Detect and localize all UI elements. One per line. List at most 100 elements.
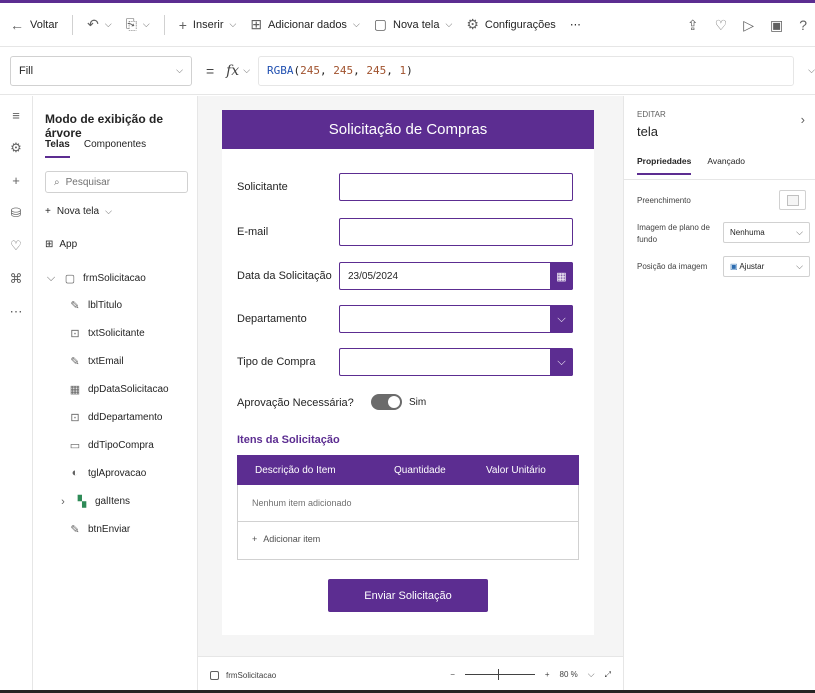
left-rail: ≡ ⚙ + ⛁ ♡ ⌘ ⋯ — [0, 96, 33, 693]
label-icon: ✎ — [70, 356, 80, 368]
chevron-down-icon[interactable]: ⌵ — [550, 348, 573, 376]
calendar-icon[interactable]: ▦ — [550, 262, 573, 290]
items-grid-header: Descrição do Item Quantidade Valor Unitá… — [237, 455, 579, 485]
column-header: Quantidade — [394, 465, 446, 476]
screen-checkbox[interactable] — [210, 670, 219, 680]
new-screen-button[interactable]: + Nova tela ⌵ — [45, 206, 112, 217]
search-input[interactable]: ⌕ Pesquisar — [45, 171, 188, 193]
chevron-down-icon: ⌵ — [445, 19, 453, 29]
image-icon: ▣ — [730, 262, 738, 271]
chevron-down-icon: ⌵ — [142, 19, 150, 29]
tree-item[interactable]: ▦ dpDataSolicitacao — [69, 383, 169, 396]
plus-icon: + — [178, 16, 187, 33]
date-value: 23/05/2024 — [348, 271, 399, 282]
app-icon: ⊞ — [45, 239, 54, 250]
divider — [163, 14, 165, 35]
calendar-icon: ▦ — [69, 384, 81, 396]
layers-icon[interactable]: ⚙ — [10, 140, 22, 156]
tree-item[interactable]: ⊡ txtSolicitante — [69, 327, 144, 340]
email-label: E-mail — [237, 226, 269, 238]
fill-color-swatch[interactable] — [779, 190, 806, 210]
approval-label: Aprovação Necessária? — [237, 397, 354, 409]
fit-screen-icon[interactable]: ⤢ — [605, 670, 611, 680]
tree-item-app[interactable]: ⊞ App — [45, 239, 77, 250]
purchase-type-dropdown[interactable]: ⌵ — [339, 348, 573, 376]
column-header: Descrição do Item — [255, 465, 336, 476]
empty-message: Nenhum item adicionado — [238, 485, 578, 522]
chevron-down-icon: ⌵ — [104, 19, 112, 29]
formula-function: RGBA — [267, 64, 294, 77]
settings-button[interactable]: ⚙ Configurações — [466, 16, 556, 33]
tab-components[interactable]: Componentes — [84, 139, 146, 158]
expand-formula-icon[interactable]: ⌵ — [808, 65, 815, 76]
new-screen-button[interactable]: ▢ Nova tela ⌵ — [374, 16, 453, 33]
gallery-icon: ▚ — [77, 496, 87, 508]
add-data-button[interactable]: ⊞ Adicionar dados ⌵ — [250, 16, 359, 33]
chevron-down-icon[interactable]: ⌵ — [243, 65, 250, 76]
undo-button[interactable]: ↶ ⌵ — [87, 16, 112, 33]
chevron-down-icon: ⌵ — [46, 272, 56, 284]
edit-label: EDITAR — [637, 110, 666, 119]
screen-canvas[interactable]: Solicitação de Compras Solicitante E-mai… — [222, 110, 594, 635]
items-gallery: Nenhum item adicionado + Adicionar item — [237, 485, 579, 560]
hamburger-icon[interactable]: ≡ — [12, 108, 20, 123]
tree-item[interactable]: ◐ tglAprovacao — [69, 467, 147, 479]
combobox-icon: ▭ — [69, 440, 81, 452]
zoom-out-button[interactable]: − — [450, 670, 455, 679]
tree-item[interactable]: ✎ lblTitulo — [69, 299, 122, 312]
fill-label: Preenchimento — [637, 196, 691, 205]
approval-toggle[interactable] — [371, 394, 402, 410]
property-dropdown[interactable]: Fill ⌵ — [10, 55, 192, 86]
equals-sign: = — [205, 62, 215, 79]
insert-button[interactable]: + Inserir ⌵ — [179, 17, 237, 33]
textinput-icon: ⊡ — [70, 328, 80, 340]
tree-item[interactable]: ✎ txtEmail — [69, 355, 123, 368]
zoom-level[interactable]: 80 % — [560, 670, 578, 679]
tree-item[interactable]: ▭ ddTipoCompra — [69, 439, 154, 452]
gear-icon: ⚙ — [466, 16, 479, 32]
zoom-slider[interactable] — [464, 669, 535, 680]
requester-input[interactable] — [339, 173, 573, 201]
zoom-in-button[interactable]: + — [545, 670, 550, 679]
save-icon[interactable]: ▣ — [770, 17, 783, 34]
tools-icon[interactable]: ⌘ — [10, 271, 23, 287]
bg-image-dropdown[interactable]: Nenhuma ⌵ — [723, 222, 810, 243]
help-icon[interactable]: ? — [799, 17, 807, 34]
more-button[interactable]: ⋯ — [570, 18, 581, 31]
back-button[interactable]: ← Voltar — [10, 17, 58, 33]
tab-advanced[interactable]: Avançado — [707, 156, 745, 175]
form-title: Solicitação de Compras — [222, 110, 594, 149]
properties-panel: EDITAR tela › Propriedades Avançado Pree… — [623, 96, 815, 693]
plus-icon[interactable]: + — [12, 173, 20, 188]
play-icon[interactable]: ▷ — [743, 17, 754, 34]
chevron-down-icon[interactable]: ⌵ — [550, 305, 573, 333]
tree-item[interactable]: ✎ btnEnviar — [69, 523, 130, 536]
tree-item-gallery[interactable]: › ▚ galItens — [57, 495, 130, 509]
toggle-value: Sim — [409, 397, 427, 408]
more-icon[interactable]: ⋯ — [10, 304, 23, 320]
app-checker-icon[interactable]: ♡ — [715, 17, 728, 34]
table-icon: ⊞ — [250, 16, 263, 32]
email-input[interactable] — [339, 218, 573, 246]
add-item-button[interactable]: + Adicionar item — [252, 534, 320, 544]
department-dropdown[interactable]: ⌵ — [339, 305, 573, 333]
status-bar: frmSolicitacao − + 80 % ⌵ ⤢ — [198, 656, 623, 693]
formula-input[interactable]: RGBA(245, 245, 245, 1) — [258, 55, 795, 86]
tree-item[interactable]: ⊡ ddDepartamento — [69, 411, 162, 424]
submit-button[interactable]: Enviar Solicitação — [328, 579, 488, 612]
formula-arg: 245 — [366, 64, 387, 77]
tab-properties[interactable]: Propriedades — [637, 156, 692, 175]
chevron-down-icon[interactable]: ⌵ — [588, 669, 595, 680]
data-icon[interactable]: ⛁ — [11, 205, 22, 221]
paste-button[interactable]: ⎘ ⌵ — [126, 16, 150, 33]
tree-item-screen[interactable]: ⌵ ▢ frmSolicitacao — [45, 272, 146, 285]
tab-screens[interactable]: Telas — [45, 139, 70, 158]
media-icon[interactable]: ♡ — [10, 238, 22, 254]
formula-arg: 1 — [399, 64, 407, 77]
function-icon[interactable]: fx — [226, 63, 239, 79]
image-position-dropdown[interactable]: ▣ Ajustar ⌵ — [723, 256, 810, 277]
share-icon[interactable]: ⇪ — [687, 17, 699, 34]
chevron-right-icon[interactable]: › — [801, 112, 805, 127]
tree-view-panel: Modo de exibição de árvore Telas Compone… — [33, 96, 198, 693]
date-picker[interactable]: 23/05/2024 ▦ — [339, 262, 573, 290]
